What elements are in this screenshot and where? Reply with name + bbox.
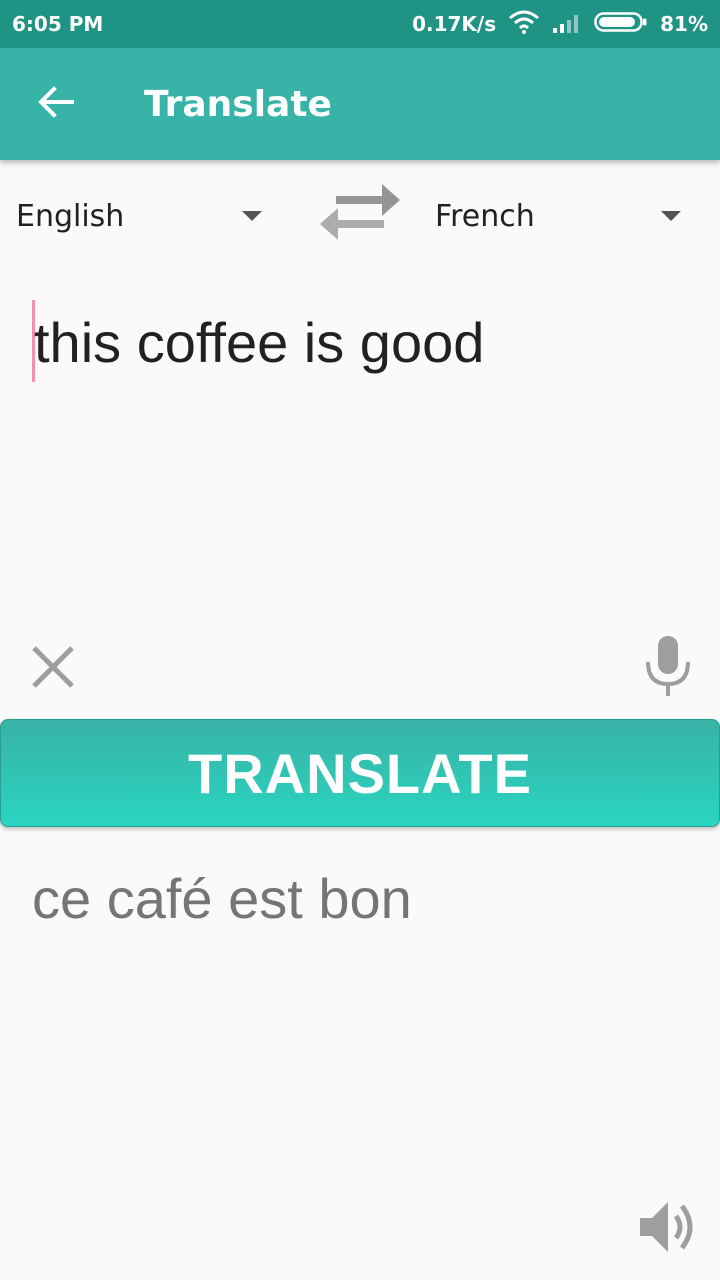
close-icon <box>26 646 80 698</box>
translated-text: ce café est bon <box>32 867 412 930</box>
battery-percent: 81% <box>660 12 708 36</box>
chevron-down-icon <box>242 211 262 221</box>
target-language-label: French <box>435 198 535 234</box>
source-text-input[interactable]: this coffee is good <box>32 300 702 600</box>
network-speed: 0.17K/s <box>412 12 497 36</box>
source-language-label: English <box>16 198 125 234</box>
back-button[interactable] <box>26 74 86 134</box>
microphone-icon <box>642 636 694 702</box>
translate-button[interactable]: TRANSLATE <box>0 719 720 827</box>
signal-icon <box>552 11 582 38</box>
speaker-icon <box>638 1202 698 1262</box>
speak-translation-button[interactable] <box>638 1196 698 1258</box>
wifi-icon <box>508 10 540 39</box>
chevron-down-icon <box>661 211 681 221</box>
clear-button[interactable] <box>26 640 80 694</box>
swap-arrows-icon <box>316 184 404 252</box>
swap-languages-button[interactable] <box>316 178 404 248</box>
arrow-back-icon <box>38 86 74 122</box>
app-bar: Translate <box>0 48 720 160</box>
status-indicators: 0.17K/s 81% <box>412 10 708 39</box>
page-title: Translate <box>144 83 332 125</box>
status-bar: 6:05 PM 0.17K/s 81% <box>0 0 720 48</box>
status-time: 6:05 PM <box>12 12 104 36</box>
voice-input-button[interactable] <box>642 634 694 698</box>
battery-icon <box>594 11 648 38</box>
source-text: this coffee is good <box>34 311 485 374</box>
language-selector-row: English French <box>0 160 720 270</box>
target-language-select[interactable]: French <box>435 186 685 246</box>
source-language-select[interactable]: English <box>16 186 266 246</box>
